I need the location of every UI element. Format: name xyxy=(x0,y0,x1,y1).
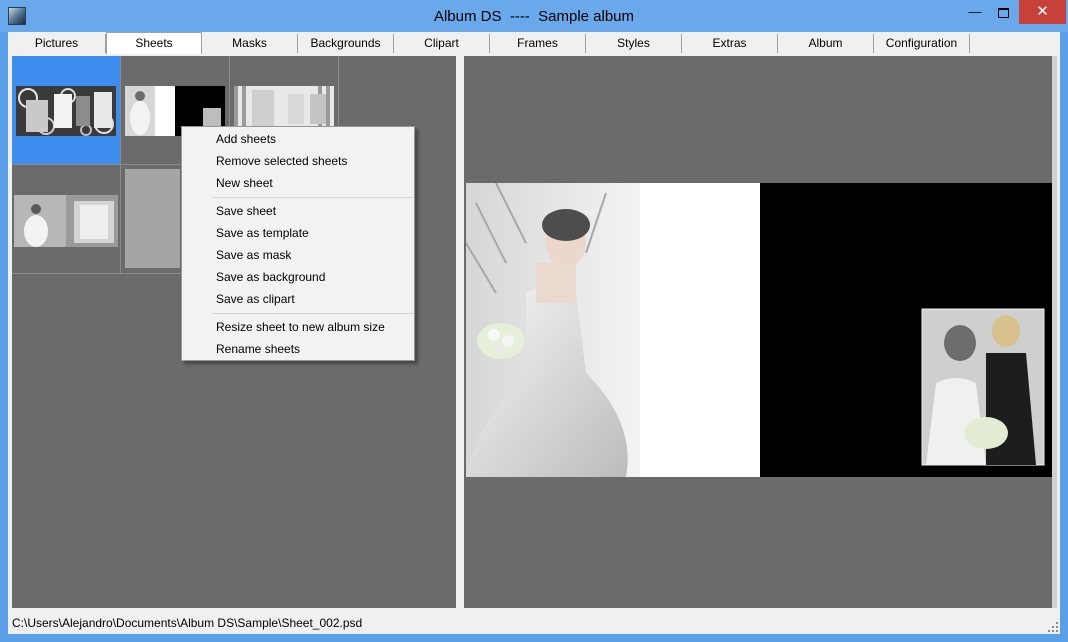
status-file-path: C:\Users\Alejandro\Documents\Album DS\Sa… xyxy=(12,616,363,630)
menu-item-resize-sheet[interactable]: Resize sheet to new album size xyxy=(216,317,385,337)
menu-item-remove-selected-sheets[interactable]: Remove selected sheets xyxy=(216,151,347,171)
status-bar: C:\Users\Alejandro\Documents\Album DS\Sa… xyxy=(8,612,1060,634)
tab-pictures[interactable]: Pictures xyxy=(8,34,106,53)
menu-separator xyxy=(212,197,414,198)
white-panel xyxy=(640,183,760,477)
sheet-thumbnail-image xyxy=(16,86,116,136)
menu-item-save-as-background[interactable]: Save as background xyxy=(216,267,325,287)
tab-bar: Pictures Sheets Masks Backgrounds Clipar… xyxy=(8,32,1060,54)
close-icon: ✕ xyxy=(1036,3,1049,20)
tab-frames[interactable]: Frames xyxy=(490,34,586,53)
maximize-icon xyxy=(997,7,1009,18)
sheet-thumbnail[interactable] xyxy=(12,56,121,165)
close-button[interactable]: ✕ xyxy=(1019,0,1066,24)
tab-album[interactable]: Album xyxy=(778,34,874,53)
minimize-icon: — xyxy=(968,4,982,19)
tab-styles[interactable]: Styles xyxy=(586,34,682,53)
menu-item-save-as-mask[interactable]: Save as mask xyxy=(216,245,291,265)
sheet-thumbnail-image xyxy=(234,86,334,130)
context-menu: Add sheets Remove selected sheets New sh… xyxy=(181,126,415,361)
sheet-thumbnail-image xyxy=(125,169,180,268)
window-title: Album DS ---- Sample album xyxy=(433,8,635,25)
title-bar: Album DS ---- Sample album — ✕ xyxy=(0,0,1068,32)
resize-grip-icon[interactable] xyxy=(1048,622,1058,632)
menu-item-save-as-clipart[interactable]: Save as clipart xyxy=(216,289,295,309)
maximize-button[interactable] xyxy=(986,0,1020,24)
sheet-preview-canvas[interactable] xyxy=(466,183,1052,477)
preview-scrollbar[interactable] xyxy=(1052,56,1057,608)
tab-clipart[interactable]: Clipart xyxy=(394,34,490,53)
menu-item-rename-sheets[interactable]: Rename sheets xyxy=(216,339,300,359)
menu-item-add-sheets[interactable]: Add sheets xyxy=(216,129,276,149)
tab-sheets[interactable]: Sheets xyxy=(106,32,202,54)
tab-extras[interactable]: Extras xyxy=(682,34,778,53)
tab-configuration[interactable]: Configuration xyxy=(874,34,970,53)
menu-item-save-sheet[interactable]: Save sheet xyxy=(216,201,276,221)
sheet-thumbnail-image xyxy=(14,195,118,247)
sheet-thumbnail[interactable] xyxy=(12,165,121,274)
tab-masks[interactable]: Masks xyxy=(202,34,298,53)
menu-item-new-sheet[interactable]: New sheet xyxy=(216,173,273,193)
menu-item-save-as-template[interactable]: Save as template xyxy=(216,223,309,243)
tab-backgrounds[interactable]: Backgrounds xyxy=(298,34,394,53)
menu-separator xyxy=(212,313,414,314)
